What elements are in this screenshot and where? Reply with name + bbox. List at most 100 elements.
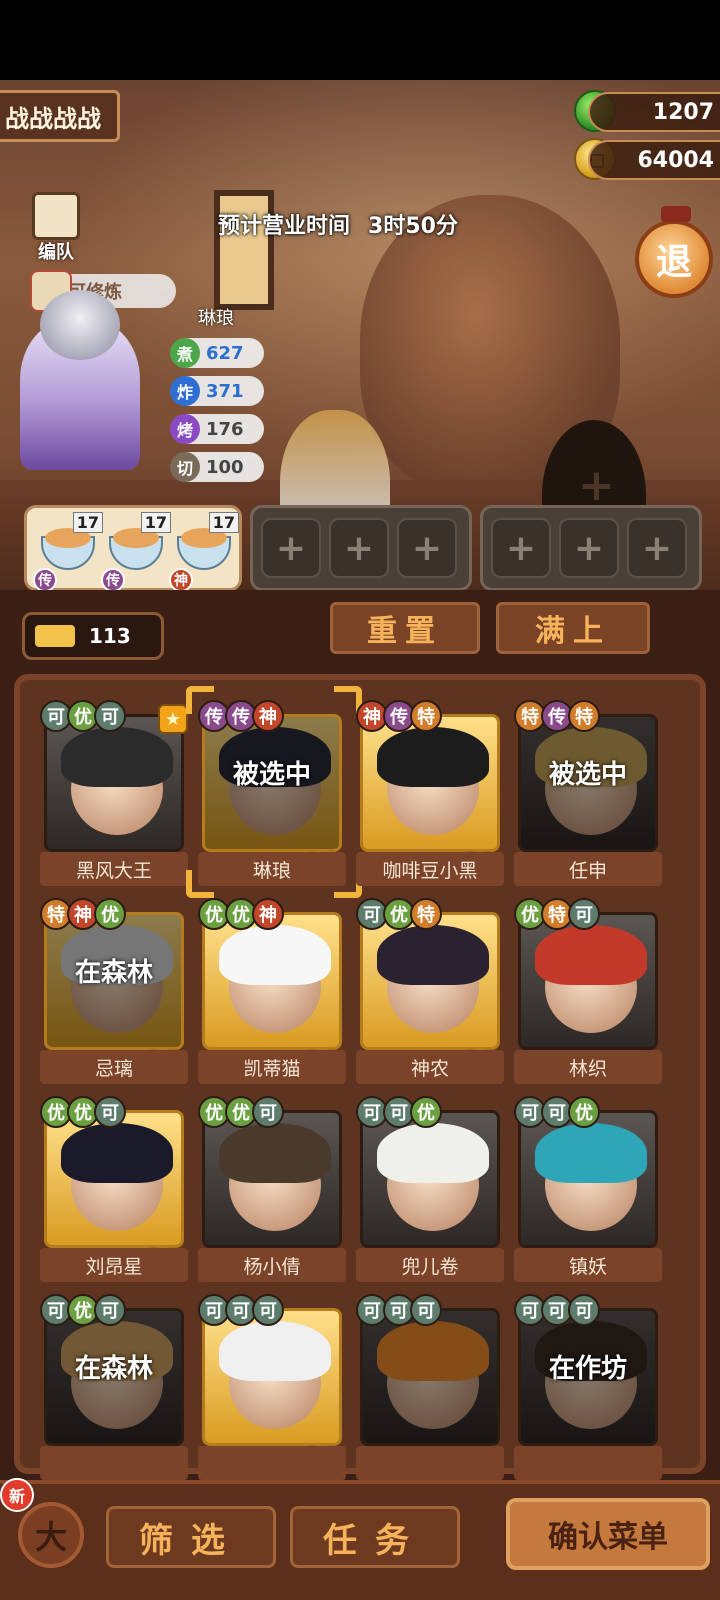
add-dish-button[interactable]: + <box>329 518 389 578</box>
ticket-icon <box>35 625 75 647</box>
grade-badges: 优特可 <box>514 898 600 930</box>
staff-card[interactable]: 特传特🔥🔥🔥🔥被选中满任申 <box>514 700 662 886</box>
dish-slot[interactable]: 17 神 <box>169 512 239 592</box>
card-name <box>356 1446 504 1480</box>
grade-badges: 优优可 <box>198 1096 284 1128</box>
plus-icon: + <box>343 527 375 569</box>
ticket-count: 113 <box>89 624 131 648</box>
stats-button[interactable]: 大 <box>18 1502 84 1568</box>
fill-up-button[interactable]: 满上 <box>496 602 650 654</box>
cut-icon: 切 <box>170 452 200 482</box>
portrait <box>360 714 500 852</box>
team-button[interactable]: 编队 <box>24 192 88 264</box>
stat-value: 371 <box>206 380 244 402</box>
boil-icon: 煮 <box>170 338 200 368</box>
staff-card[interactable]: 传传神🔥🔥🔥🔥🔥被选中30琳琅 <box>186 686 362 898</box>
tasks-button[interactable]: 任务 <box>290 1506 460 1568</box>
character-hair <box>61 1123 173 1183</box>
plus-icon: + <box>578 460 615 511</box>
level-title-tab[interactable]: 战战战战 <box>0 90 120 142</box>
character-hair <box>377 727 489 787</box>
character-hair <box>377 925 489 985</box>
dish-slot[interactable]: 17 传 <box>101 512 171 592</box>
card-name: 黑风大王 <box>40 852 188 886</box>
grade-badges: 可优特 <box>356 898 442 930</box>
portrait <box>202 1308 342 1446</box>
grade-badge: 神 <box>252 898 284 930</box>
card-name: 兜儿卷 <box>356 1248 504 1282</box>
card-name: 任申 <box>514 852 662 886</box>
plus-icon: + <box>641 527 673 569</box>
staff-card[interactable]: 优优神🔥🔥🔥🔥🔥30凯蒂猫 <box>198 898 346 1084</box>
portrait <box>44 714 184 852</box>
grade-badge: 可 <box>410 1294 442 1326</box>
dish-grade: 传 <box>33 568 57 592</box>
new-badge: 新 <box>0 1478 34 1512</box>
card-name: 琳琅 <box>198 852 346 886</box>
reset-button[interactable]: 重置 <box>330 602 480 654</box>
dish-level: 17 <box>208 512 239 533</box>
dish-grade: 神 <box>169 568 193 592</box>
plus-icon: + <box>505 527 537 569</box>
filter-button[interactable]: 筛选 <box>106 1506 276 1568</box>
stat-value: 176 <box>206 418 244 440</box>
plus-icon: + <box>411 527 443 569</box>
add-dish-button[interactable]: + <box>491 518 551 578</box>
grade-badges: 可可可 <box>356 1294 442 1326</box>
grade-badge: 特 <box>410 700 442 732</box>
bottom-bar: 大 新 筛选 任务 确认菜单 <box>0 1478 720 1600</box>
staff-card[interactable]: 优优可🔥🔥🔥满杨小倩 <box>198 1096 346 1282</box>
plus-icon: + <box>573 527 605 569</box>
grade-badge: 可 <box>568 898 600 930</box>
portrait <box>360 1308 500 1446</box>
plus-icon: + <box>275 527 307 569</box>
staff-card[interactable]: 可优可🔥🔥🔥在森林满 <box>40 1294 188 1480</box>
staff-card[interactable]: 可可可🔥🔥🔥🔥🔥30 <box>198 1294 346 1480</box>
staff-card[interactable]: 可优可★🔥🔥🔥🔥满黑风大王 <box>40 700 188 886</box>
grade-badges: 特神优 <box>40 898 126 930</box>
grade-badge: 优 <box>410 1096 442 1128</box>
card-status: 在作坊 <box>548 1354 627 1384</box>
portrait <box>44 1110 184 1248</box>
card-name: 杨小倩 <box>198 1248 346 1282</box>
card-name: 刘昂星 <box>40 1248 188 1282</box>
stat-value: 627 <box>206 342 244 364</box>
exit-button[interactable]: 退 <box>635 206 713 298</box>
staff-card[interactable]: 可可可🔥🔥🔥满 <box>356 1294 504 1480</box>
character-hair <box>219 1321 331 1381</box>
portrait <box>518 912 658 1050</box>
staff-card[interactable]: 优优可🔥🔥🔥🔥🔥30刘昂星 <box>40 1096 188 1282</box>
staff-card[interactable]: 优特可🔥🔥🔥满林织 <box>514 898 662 1084</box>
grade-badge: 可 <box>94 1096 126 1128</box>
ticket-counter: 113 <box>22 612 164 660</box>
dish-slot[interactable]: 17 传 <box>33 512 103 592</box>
stat-fry: 炸 371 <box>170 376 264 406</box>
add-dish-button[interactable]: + <box>397 518 457 578</box>
confirm-menu-button[interactable]: 确认菜单 <box>506 1498 710 1570</box>
grade-badge: 优 <box>568 1096 600 1128</box>
card-name <box>514 1446 662 1480</box>
menu-slot-group-3[interactable]: + + + <box>480 505 702 591</box>
portrait <box>518 1110 658 1248</box>
menu-slot-group-2[interactable]: + + + <box>250 505 472 591</box>
add-dish-button[interactable]: + <box>261 518 321 578</box>
hero-name: 琳琅 <box>198 308 234 329</box>
portrait <box>202 1110 342 1248</box>
staff-card[interactable]: 可可优🔥🔥🔥满镇妖 <box>514 1096 662 1282</box>
lantern-icon <box>661 206 691 222</box>
business-time: 预计营业时间 3时50分 <box>218 208 476 240</box>
jade-counter: 1207 <box>588 92 720 132</box>
staff-card[interactable]: 可可优🔥🔥🔥满兜儿卷 <box>356 1096 504 1282</box>
add-dish-button[interactable]: + <box>627 518 687 578</box>
card-name: 咖啡豆小黑 <box>356 852 504 886</box>
menu-slot-group-1[interactable]: 17 传 17 传 17 神 <box>24 505 242 592</box>
character-hair <box>61 727 173 787</box>
staff-card[interactable]: 特神优🔥🔥🔥🔥🔥在森林30忌璃 <box>40 898 188 1084</box>
grade-badges: 可可优 <box>514 1096 600 1128</box>
add-dish-button[interactable]: + <box>559 518 619 578</box>
staff-card[interactable]: 可优特🔥🔥🔥🔥🔥30神农 <box>356 898 504 1084</box>
staff-card[interactable]: 可可可🔥🔥🔥在作坊满 <box>514 1294 662 1480</box>
grade-badge: 可 <box>94 700 126 732</box>
staff-card[interactable]: 神传特🔥🔥🔥🔥🔥30咖啡豆小黑 <box>356 700 504 886</box>
hero-character[interactable] <box>0 290 170 490</box>
